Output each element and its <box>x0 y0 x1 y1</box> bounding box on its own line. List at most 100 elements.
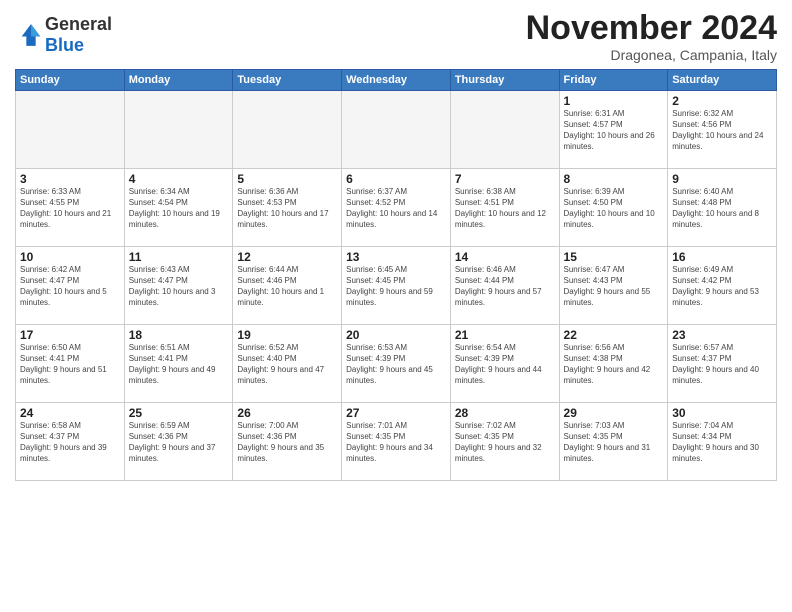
calendar-cell: 16Sunrise: 6:49 AM Sunset: 4:42 PM Dayli… <box>668 247 777 325</box>
col-friday: Friday <box>559 70 668 91</box>
week-row-0: 1Sunrise: 6:31 AM Sunset: 4:57 PM Daylig… <box>16 91 777 169</box>
title-block: November 2024 Dragonea, Campania, Italy <box>526 10 777 63</box>
calendar-table: Sunday Monday Tuesday Wednesday Thursday… <box>15 69 777 481</box>
calendar-cell: 11Sunrise: 6:43 AM Sunset: 4:47 PM Dayli… <box>124 247 233 325</box>
week-row-3: 17Sunrise: 6:50 AM Sunset: 4:41 PM Dayli… <box>16 325 777 403</box>
day-number: 14 <box>455 250 555 264</box>
calendar-cell: 6Sunrise: 6:37 AM Sunset: 4:52 PM Daylig… <box>342 169 451 247</box>
calendar-cell: 29Sunrise: 7:03 AM Sunset: 4:35 PM Dayli… <box>559 403 668 481</box>
day-info: Sunrise: 6:49 AM Sunset: 4:42 PM Dayligh… <box>672 265 772 308</box>
calendar-cell: 20Sunrise: 6:53 AM Sunset: 4:39 PM Dayli… <box>342 325 451 403</box>
calendar-cell <box>16 91 125 169</box>
calendar-cell: 5Sunrise: 6:36 AM Sunset: 4:53 PM Daylig… <box>233 169 342 247</box>
calendar-cell: 19Sunrise: 6:52 AM Sunset: 4:40 PM Dayli… <box>233 325 342 403</box>
col-wednesday: Wednesday <box>342 70 451 91</box>
day-info: Sunrise: 6:42 AM Sunset: 4:47 PM Dayligh… <box>20 265 120 308</box>
logo-general: General <box>45 14 112 34</box>
calendar-cell: 18Sunrise: 6:51 AM Sunset: 4:41 PM Dayli… <box>124 325 233 403</box>
day-info: Sunrise: 6:53 AM Sunset: 4:39 PM Dayligh… <box>346 343 446 386</box>
day-number: 24 <box>20 406 120 420</box>
day-number: 2 <box>672 94 772 108</box>
day-number: 1 <box>564 94 664 108</box>
logo: General Blue <box>15 14 112 56</box>
day-number: 4 <box>129 172 229 186</box>
day-number: 17 <box>20 328 120 342</box>
calendar-cell: 1Sunrise: 6:31 AM Sunset: 4:57 PM Daylig… <box>559 91 668 169</box>
calendar-cell <box>342 91 451 169</box>
calendar-body: 1Sunrise: 6:31 AM Sunset: 4:57 PM Daylig… <box>16 91 777 481</box>
calendar-cell: 21Sunrise: 6:54 AM Sunset: 4:39 PM Dayli… <box>450 325 559 403</box>
calendar-cell: 12Sunrise: 6:44 AM Sunset: 4:46 PM Dayli… <box>233 247 342 325</box>
calendar-cell: 9Sunrise: 6:40 AM Sunset: 4:48 PM Daylig… <box>668 169 777 247</box>
day-number: 9 <box>672 172 772 186</box>
day-info: Sunrise: 6:54 AM Sunset: 4:39 PM Dayligh… <box>455 343 555 386</box>
day-number: 13 <box>346 250 446 264</box>
day-info: Sunrise: 6:39 AM Sunset: 4:50 PM Dayligh… <box>564 187 664 230</box>
day-info: Sunrise: 6:51 AM Sunset: 4:41 PM Dayligh… <box>129 343 229 386</box>
calendar-cell: 13Sunrise: 6:45 AM Sunset: 4:45 PM Dayli… <box>342 247 451 325</box>
calendar-cell <box>124 91 233 169</box>
day-info: Sunrise: 6:52 AM Sunset: 4:40 PM Dayligh… <box>237 343 337 386</box>
day-number: 19 <box>237 328 337 342</box>
day-number: 6 <box>346 172 446 186</box>
calendar-cell: 8Sunrise: 6:39 AM Sunset: 4:50 PM Daylig… <box>559 169 668 247</box>
calendar-cell: 2Sunrise: 6:32 AM Sunset: 4:56 PM Daylig… <box>668 91 777 169</box>
day-info: Sunrise: 6:31 AM Sunset: 4:57 PM Dayligh… <box>564 109 664 152</box>
calendar-cell: 10Sunrise: 6:42 AM Sunset: 4:47 PM Dayli… <box>16 247 125 325</box>
calendar-cell: 22Sunrise: 6:56 AM Sunset: 4:38 PM Dayli… <box>559 325 668 403</box>
day-number: 3 <box>20 172 120 186</box>
day-number: 21 <box>455 328 555 342</box>
day-info: Sunrise: 6:47 AM Sunset: 4:43 PM Dayligh… <box>564 265 664 308</box>
day-number: 7 <box>455 172 555 186</box>
calendar-cell: 4Sunrise: 6:34 AM Sunset: 4:54 PM Daylig… <box>124 169 233 247</box>
calendar-cell: 24Sunrise: 6:58 AM Sunset: 4:37 PM Dayli… <box>16 403 125 481</box>
logo-icon <box>17 21 45 49</box>
day-info: Sunrise: 6:43 AM Sunset: 4:47 PM Dayligh… <box>129 265 229 308</box>
day-number: 16 <box>672 250 772 264</box>
day-info: Sunrise: 6:58 AM Sunset: 4:37 PM Dayligh… <box>20 421 120 464</box>
calendar-cell: 14Sunrise: 6:46 AM Sunset: 4:44 PM Dayli… <box>450 247 559 325</box>
calendar-cell <box>450 91 559 169</box>
col-sunday: Sunday <box>16 70 125 91</box>
header: General Blue November 2024 Dragonea, Cam… <box>15 10 777 63</box>
day-number: 26 <box>237 406 337 420</box>
day-info: Sunrise: 6:59 AM Sunset: 4:36 PM Dayligh… <box>129 421 229 464</box>
calendar-cell: 30Sunrise: 7:04 AM Sunset: 4:34 PM Dayli… <box>668 403 777 481</box>
day-info: Sunrise: 6:44 AM Sunset: 4:46 PM Dayligh… <box>237 265 337 308</box>
day-number: 28 <box>455 406 555 420</box>
day-number: 12 <box>237 250 337 264</box>
day-number: 29 <box>564 406 664 420</box>
subtitle: Dragonea, Campania, Italy <box>526 47 777 63</box>
day-info: Sunrise: 7:02 AM Sunset: 4:35 PM Dayligh… <box>455 421 555 464</box>
day-info: Sunrise: 6:46 AM Sunset: 4:44 PM Dayligh… <box>455 265 555 308</box>
day-number: 30 <box>672 406 772 420</box>
day-info: Sunrise: 6:36 AM Sunset: 4:53 PM Dayligh… <box>237 187 337 230</box>
day-number: 20 <box>346 328 446 342</box>
calendar-cell: 17Sunrise: 6:50 AM Sunset: 4:41 PM Dayli… <box>16 325 125 403</box>
col-saturday: Saturday <box>668 70 777 91</box>
week-row-2: 10Sunrise: 6:42 AM Sunset: 4:47 PM Dayli… <box>16 247 777 325</box>
calendar-cell: 7Sunrise: 6:38 AM Sunset: 4:51 PM Daylig… <box>450 169 559 247</box>
calendar-cell: 27Sunrise: 7:01 AM Sunset: 4:35 PM Dayli… <box>342 403 451 481</box>
calendar-cell: 28Sunrise: 7:02 AM Sunset: 4:35 PM Dayli… <box>450 403 559 481</box>
header-row: Sunday Monday Tuesday Wednesday Thursday… <box>16 70 777 91</box>
day-info: Sunrise: 6:34 AM Sunset: 4:54 PM Dayligh… <box>129 187 229 230</box>
calendar-cell: 23Sunrise: 6:57 AM Sunset: 4:37 PM Dayli… <box>668 325 777 403</box>
day-number: 27 <box>346 406 446 420</box>
calendar-cell: 3Sunrise: 6:33 AM Sunset: 4:55 PM Daylig… <box>16 169 125 247</box>
day-info: Sunrise: 6:56 AM Sunset: 4:38 PM Dayligh… <box>564 343 664 386</box>
week-row-1: 3Sunrise: 6:33 AM Sunset: 4:55 PM Daylig… <box>16 169 777 247</box>
page-container: General Blue November 2024 Dragonea, Cam… <box>0 0 792 486</box>
day-info: Sunrise: 6:57 AM Sunset: 4:37 PM Dayligh… <box>672 343 772 386</box>
day-info: Sunrise: 6:32 AM Sunset: 4:56 PM Dayligh… <box>672 109 772 152</box>
col-monday: Monday <box>124 70 233 91</box>
col-thursday: Thursday <box>450 70 559 91</box>
day-number: 23 <box>672 328 772 342</box>
day-info: Sunrise: 6:33 AM Sunset: 4:55 PM Dayligh… <box>20 187 120 230</box>
day-info: Sunrise: 7:01 AM Sunset: 4:35 PM Dayligh… <box>346 421 446 464</box>
day-info: Sunrise: 6:45 AM Sunset: 4:45 PM Dayligh… <box>346 265 446 308</box>
day-number: 18 <box>129 328 229 342</box>
day-info: Sunrise: 7:04 AM Sunset: 4:34 PM Dayligh… <box>672 421 772 464</box>
day-info: Sunrise: 6:37 AM Sunset: 4:52 PM Dayligh… <box>346 187 446 230</box>
week-row-4: 24Sunrise: 6:58 AM Sunset: 4:37 PM Dayli… <box>16 403 777 481</box>
